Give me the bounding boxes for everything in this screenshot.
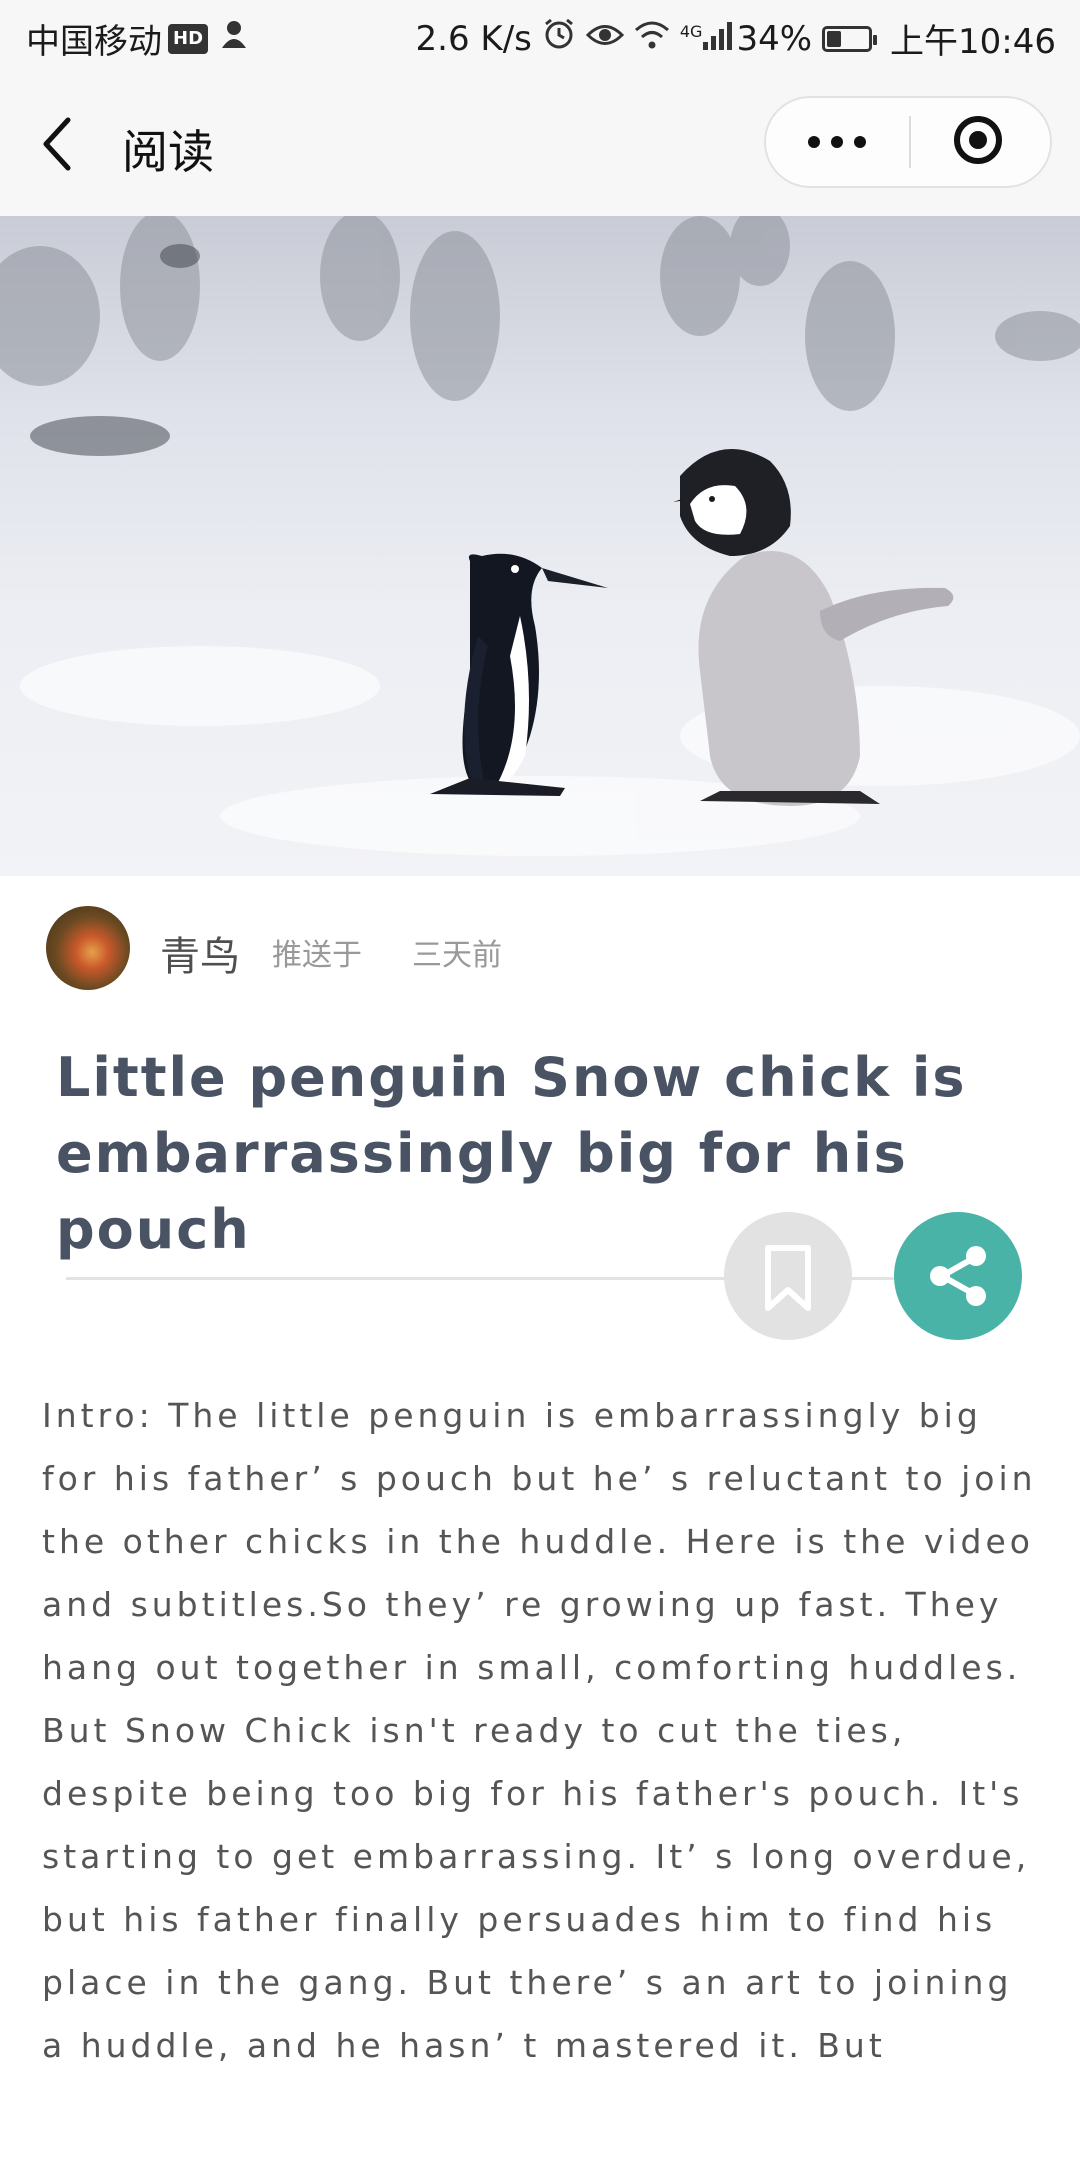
back-arrow-icon[interactable]: [36, 112, 84, 176]
nav-bar: 阅读: [0, 72, 1080, 216]
signal-icon: [702, 19, 733, 59]
profile-icon: [218, 18, 250, 59]
network-speed: 2.6 K/s: [415, 18, 532, 59]
network-type: 4G: [679, 22, 703, 41]
alarm-icon: [542, 17, 576, 60]
battery-icon: [822, 25, 878, 52]
clock: 上午10:46: [890, 22, 1056, 62]
status-bar: 中国移动 HD 2.6 K/s 4G 34% 上午10:46: [0, 0, 1080, 72]
share-icon: [930, 1246, 986, 1306]
eye-icon: [585, 19, 624, 59]
avatar[interactable]: [46, 906, 130, 990]
penguins-photo: [0, 216, 1080, 876]
carrier-label: 中国移动: [26, 22, 162, 62]
bookmark-button[interactable]: [724, 1212, 852, 1340]
hd-badge: HD: [168, 23, 209, 54]
time-ago: 三天前: [412, 938, 502, 973]
status-left: 中国移动 HD: [26, 14, 250, 63]
battery-percent: 34%: [736, 18, 813, 59]
capsule-divider: [909, 116, 911, 168]
article-meta: 青鸟 推送于 三天前: [46, 906, 1046, 990]
wifi-icon: [634, 19, 670, 59]
author-name[interactable]: 青鸟: [160, 924, 240, 982]
share-button[interactable]: [894, 1212, 1022, 1340]
more-dots-icon[interactable]: [766, 98, 908, 186]
menu-capsule: [764, 96, 1052, 188]
article-title: Little penguin Snow chick is embarrassin…: [56, 1046, 967, 1261]
bookmark-icon: [765, 1245, 811, 1311]
pushed-label: 推送于: [272, 938, 362, 973]
page-title: 阅读: [122, 125, 214, 179]
status-right: 2.6 K/s 4G 34% 上午10:46: [416, 14, 1056, 63]
close-target-icon[interactable]: [912, 98, 1050, 186]
article-intro: Intro: The little penguin is embarrassin…: [42, 1396, 1037, 2065]
